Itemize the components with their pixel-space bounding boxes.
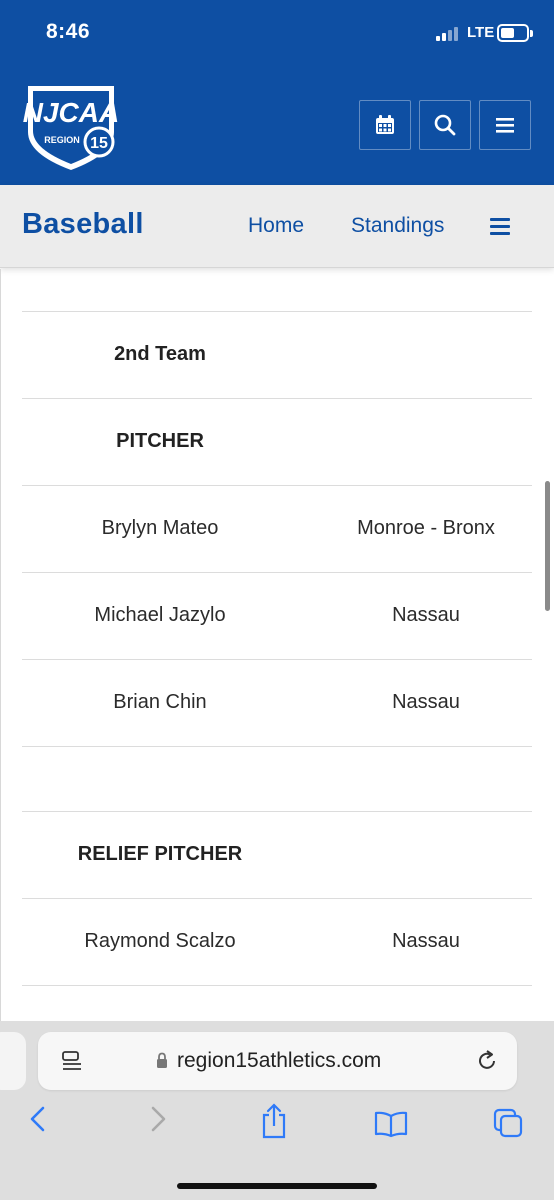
table-row: [22, 746, 532, 811]
logo-number: 15: [90, 135, 108, 152]
player-name-cell: Michael Jazylo: [94, 604, 226, 626]
nav-link-standings[interactable]: Standings: [351, 214, 444, 238]
network-type: LTE: [467, 24, 495, 41]
player-name-cell: RELIEF PITCHER: [77, 843, 243, 865]
all-region-table: 2nd Team PITCHER Brylyn Mateo Monroe - Bron…: [0, 269, 554, 1021]
table-row: [22, 985, 532, 1021]
table-row: 2nd Team: [22, 311, 532, 398]
home-indicator: [177, 1183, 377, 1189]
table-row: Brylyn Mateo Monroe - Bronx: [22, 485, 532, 572]
school-cell: Nassau: [392, 691, 460, 713]
search-button[interactable]: [419, 100, 471, 150]
player-name-cell: PITCHER: [116, 430, 204, 452]
nav-link-home[interactable]: Home: [248, 214, 304, 238]
school-cell: Monroe - Bronx: [357, 517, 495, 539]
player-name-cell: Raymond Scalzo: [84, 930, 236, 952]
player-name-cell: Brylyn Mateo: [101, 517, 219, 539]
calendar-button[interactable]: [359, 100, 411, 150]
logo-text: NJCAA: [23, 97, 119, 128]
status-bar: 8:46 LTE: [0, 0, 554, 70]
forward-icon[interactable]: [148, 1105, 168, 1133]
table-row: Brian Chin Nassau: [22, 659, 532, 746]
player-name-cell: Brian Chin: [113, 691, 207, 713]
subnav-menu-icon[interactable]: [490, 218, 512, 236]
logo-subtext: REGION: [44, 135, 80, 145]
battery-icon: [497, 24, 533, 42]
url-text[interactable]: region15athletics.com: [177, 1049, 381, 1073]
table-row: [22, 269, 532, 311]
search-icon: [434, 114, 456, 136]
reload-icon[interactable]: [475, 1049, 499, 1073]
back-icon[interactable]: [28, 1105, 48, 1133]
menu-icon: [496, 118, 514, 133]
share-icon[interactable]: [259, 1103, 289, 1139]
school-cell: Nassau: [392, 604, 460, 626]
calendar-icon: [376, 115, 394, 134]
menu-button[interactable]: [479, 100, 531, 150]
lock-icon: [157, 1052, 167, 1068]
previous-tab-preview[interactable]: [0, 1032, 26, 1090]
player-name-cell: 2nd Team: [114, 343, 206, 365]
njcaa-region-15-logo[interactable]: NJCAA REGION 15: [20, 80, 122, 174]
school-cell: Nassau: [392, 930, 460, 952]
tabs-icon[interactable]: [492, 1107, 524, 1139]
reader-mode-icon[interactable]: [61, 1050, 83, 1074]
table-row: Raymond Scalzo Nassau: [22, 898, 532, 985]
table-row: Michael Jazylo Nassau: [22, 572, 532, 659]
signal-icon: [436, 27, 462, 41]
sport-title[interactable]: Baseball: [22, 208, 144, 241]
page-scrollbar[interactable]: [545, 481, 550, 611]
table-row: RELIEF PITCHER: [22, 811, 532, 898]
table-row: PITCHER: [22, 398, 532, 485]
status-time: 8:46: [46, 20, 91, 43]
bookmarks-icon[interactable]: [373, 1110, 409, 1138]
